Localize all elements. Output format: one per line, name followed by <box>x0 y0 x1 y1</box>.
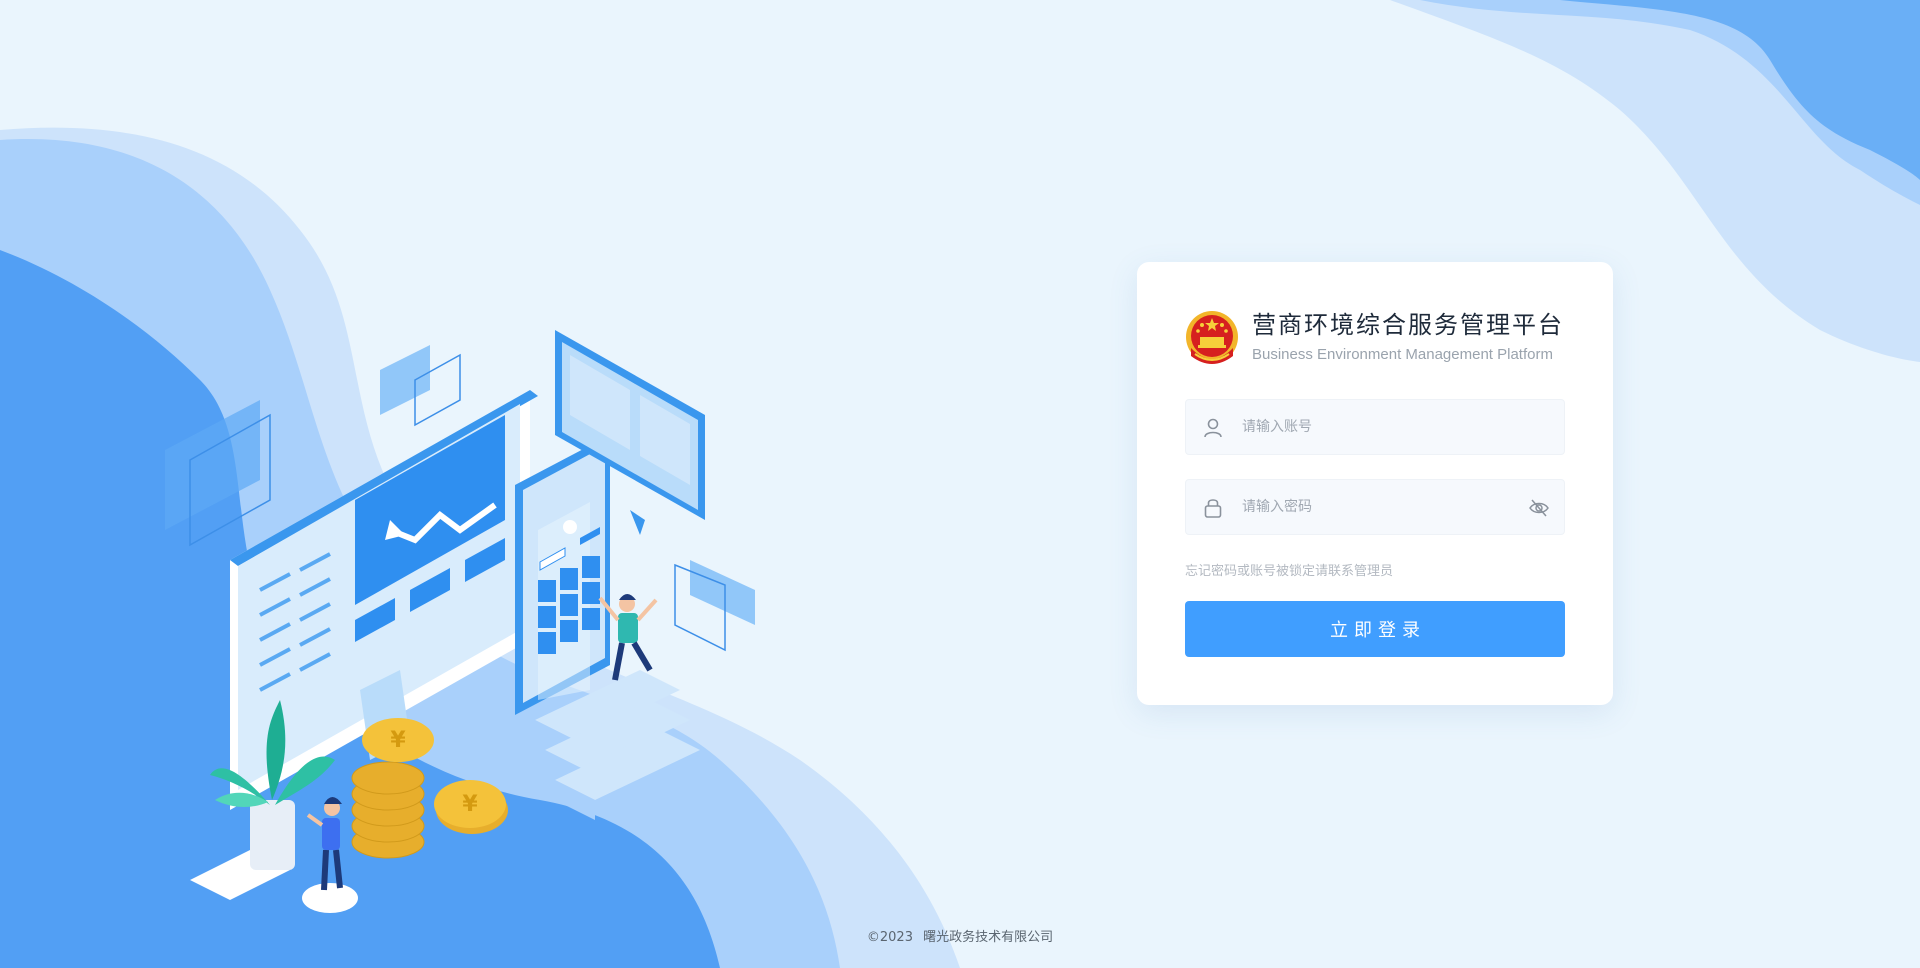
account-input[interactable] <box>1242 400 1502 454</box>
copyright-text: ©2023 <box>866 930 913 945</box>
login-button[interactable]: 立即登录 <box>1185 601 1565 657</box>
footer: ©2023 曙光政务技术有限公司 <box>0 926 1920 945</box>
login-card: 营商环境综合服务管理平台 Business Environment Manage… <box>1137 262 1613 705</box>
dashboard-illustration: ¥ ¥ <box>165 330 755 913</box>
eye-off-icon[interactable] <box>1528 497 1550 519</box>
password-field[interactable] <box>1185 479 1565 535</box>
svg-text:¥: ¥ <box>390 728 406 753</box>
platform-title: 营商环境综合服务管理平台 <box>1252 311 1564 339</box>
floating-panel <box>165 400 260 530</box>
company-name: 曙光政务技术有限公司 <box>923 930 1054 945</box>
svg-text:¥: ¥ <box>462 792 478 817</box>
account-field[interactable] <box>1185 399 1565 455</box>
user-icon <box>1204 418 1222 438</box>
forgot-password-hint: 忘记密码或账号被锁定请联系管理员 <box>1185 564 1394 579</box>
platform-subtitle: Business Environment Management Platform <box>1252 346 1553 363</box>
coins-icon: ¥ ¥ <box>351 718 508 859</box>
lock-icon <box>1204 499 1222 518</box>
national-emblem-icon <box>1186 311 1238 364</box>
person-standing-icon <box>302 797 358 913</box>
password-input[interactable] <box>1242 480 1502 534</box>
login-page: ¥ ¥ 营商环境综合服务管理平台 Business Environment Ma… <box>0 0 1920 968</box>
